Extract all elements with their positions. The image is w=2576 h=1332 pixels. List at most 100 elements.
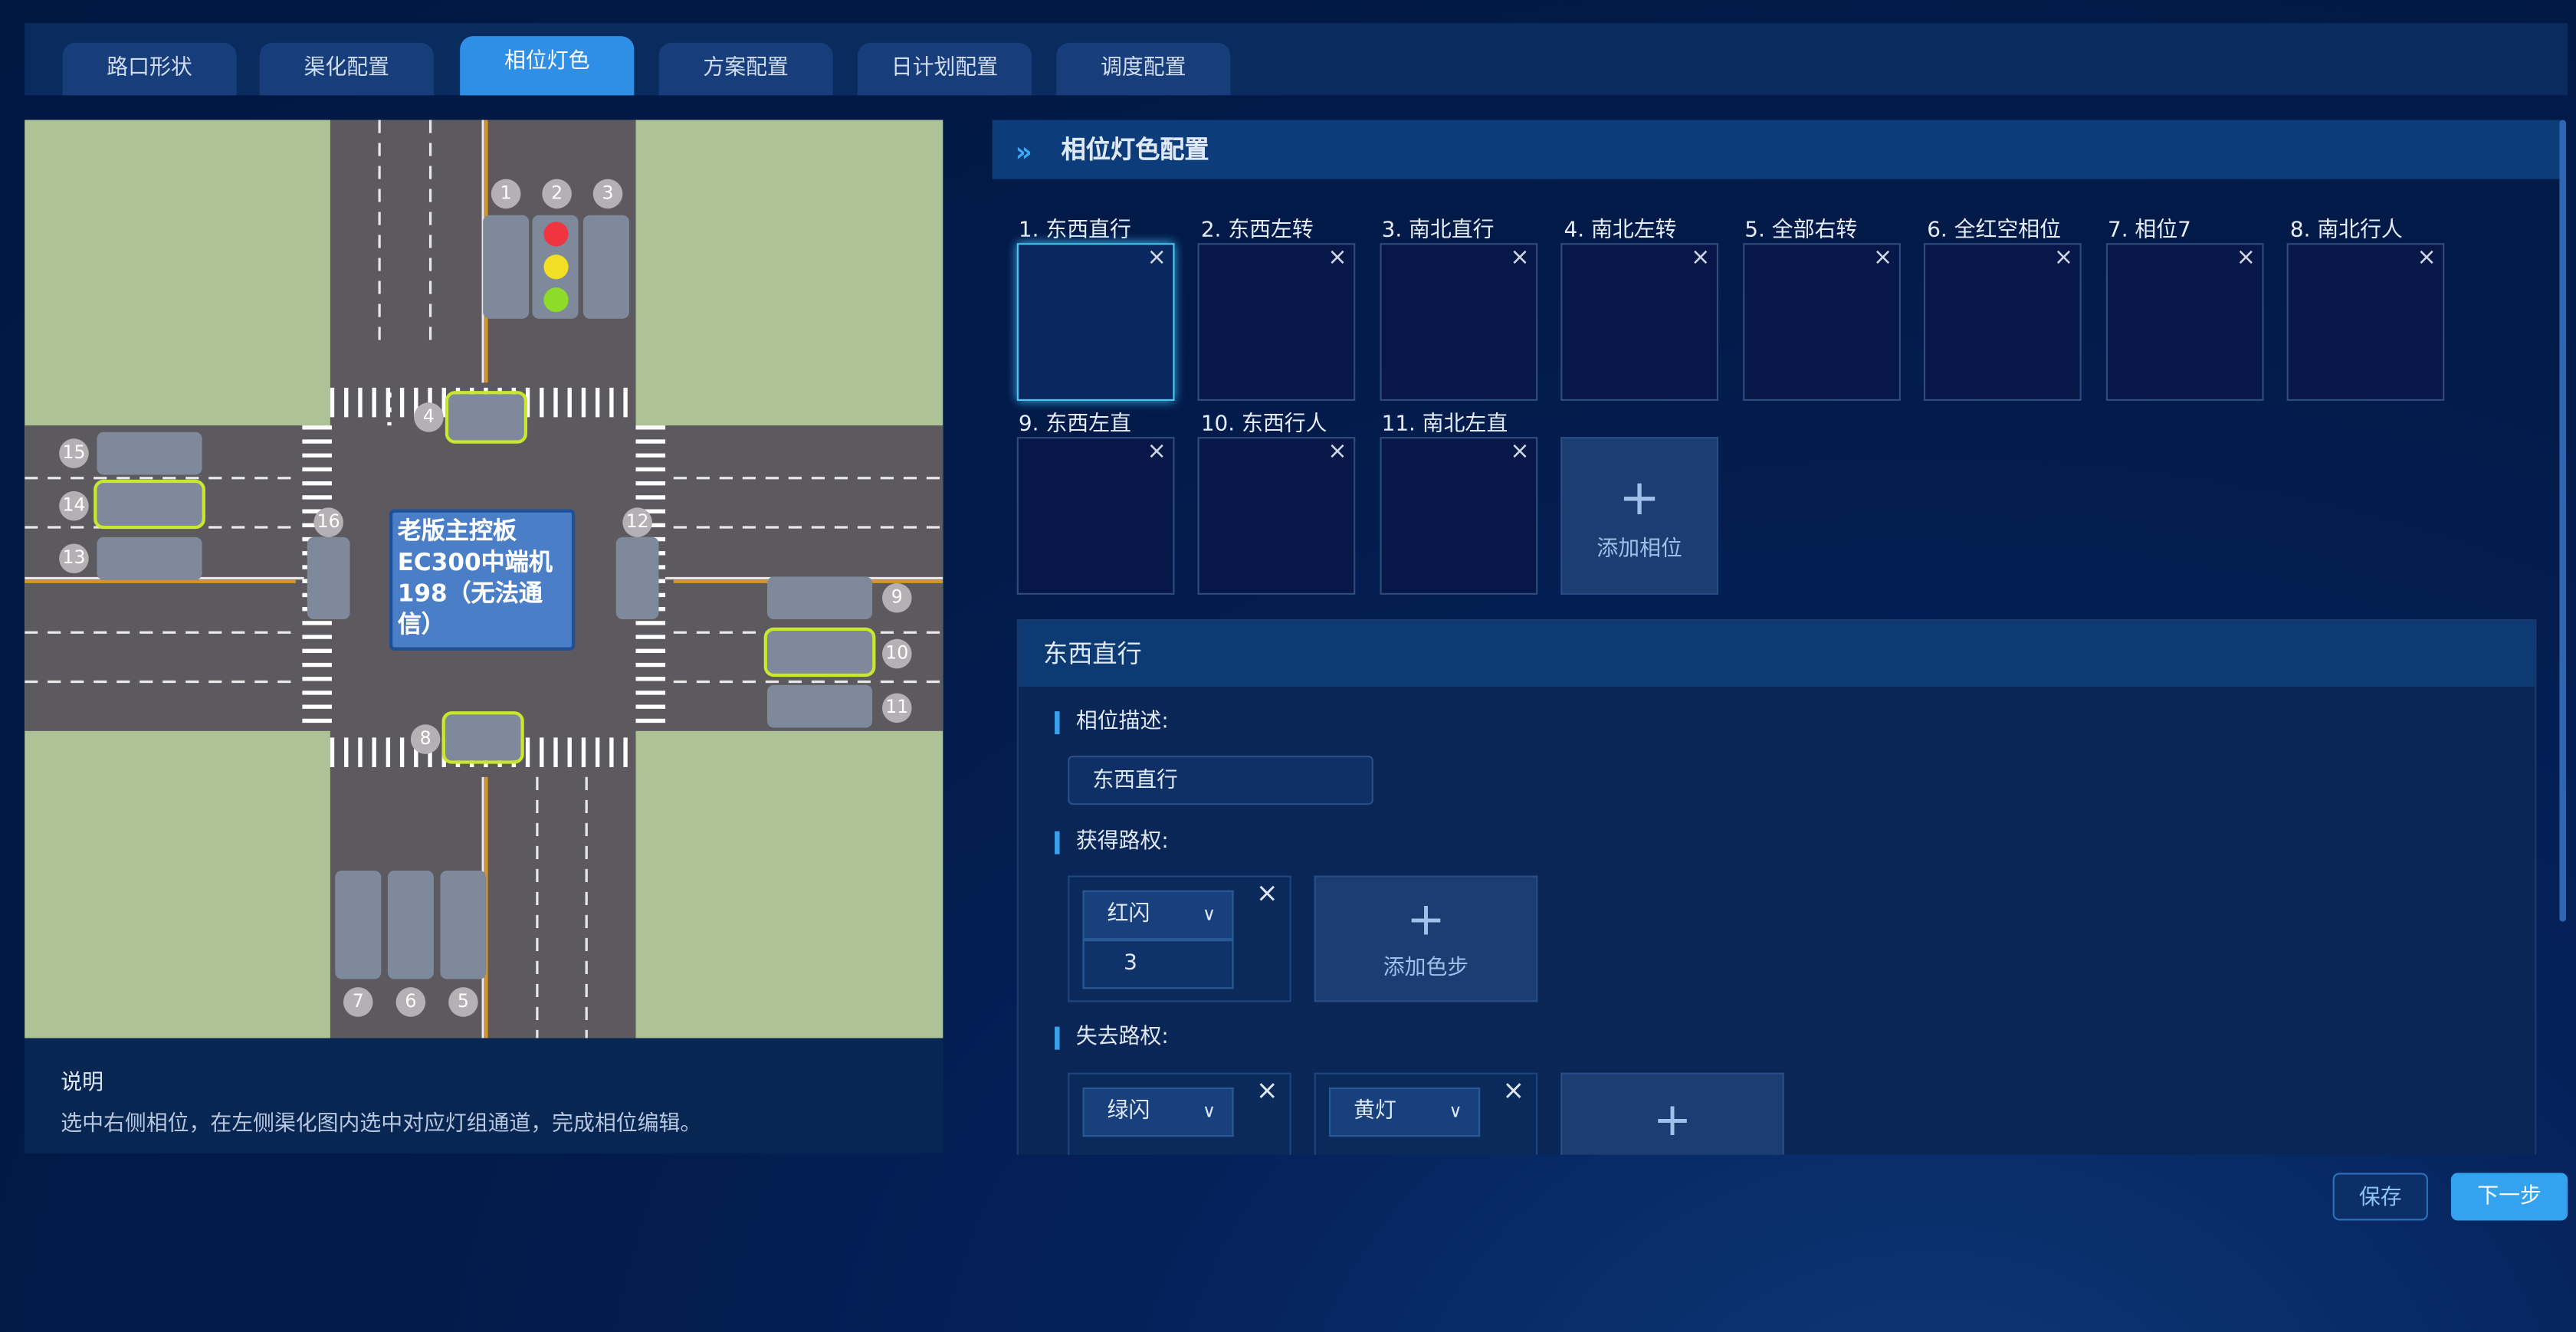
channel-badge: 16 — [313, 507, 343, 537]
add-phase-label: 添加相位 — [1596, 536, 1682, 563]
close-icon[interactable]: × — [1256, 878, 1278, 909]
channel-badge: 1 — [491, 179, 521, 209]
close-icon[interactable]: × — [1327, 438, 1347, 464]
phase-desc-input[interactable]: 东西直行 — [1068, 755, 1373, 805]
desc-label: 相位描述: — [1055, 710, 1169, 735]
green-lamp — [543, 287, 569, 313]
signal-group-13[interactable] — [97, 536, 202, 580]
tab-channelization[interactable]: 渠化配置 — [259, 42, 434, 96]
close-icon[interactable]: × — [1873, 244, 1892, 271]
close-icon[interactable]: × — [1327, 244, 1347, 271]
double-chevron-icon: » — [1015, 136, 1032, 168]
phase-editor: 东西直行 相位描述: 东西直行 获得路权: 红闪 ∨ 3 × + 添加色步 失去路… — [1016, 619, 2537, 1155]
controller-label: 老版主控板 EC300中端机 198（无法通信） — [389, 509, 576, 651]
gain-label: 获得路权: — [1055, 830, 1169, 855]
phase-label: 11. 南北左直 — [1381, 412, 1508, 438]
channel-badge: 13 — [59, 543, 89, 574]
add-step-button[interactable]: + — [1560, 1072, 1784, 1155]
signal-group-6[interactable] — [387, 871, 434, 979]
signal-group-7[interactable] — [335, 871, 382, 979]
phase-card[interactable]: × — [1923, 243, 2082, 401]
phase-label: 8. 南北行人 — [2289, 218, 2403, 244]
tab-schedule[interactable]: 调度配置 — [1056, 42, 1231, 96]
channel-badge: 6 — [395, 987, 426, 1017]
signal-group-5[interactable] — [440, 871, 487, 979]
channel-badge: 2 — [542, 179, 572, 209]
phase-label: 5. 全部右转 — [1744, 218, 1858, 244]
channel-badge: 9 — [882, 582, 912, 613]
phase-label: 7. 相位7 — [2107, 218, 2191, 244]
color-step: 绿闪 ∨ × — [1068, 1072, 1291, 1155]
close-icon[interactable]: × — [1691, 244, 1710, 271]
chevron-down-icon: ∨ — [1202, 1101, 1216, 1122]
close-icon[interactable]: × — [2417, 244, 2437, 271]
phase-card[interactable]: × — [1380, 437, 1538, 595]
color-step: 黄灯 ∨ × — [1314, 1072, 1538, 1155]
color-select[interactable]: 红闪 ∨ — [1082, 890, 1234, 940]
close-icon[interactable]: × — [1510, 244, 1529, 271]
signal-group-15[interactable] — [97, 431, 202, 475]
phase-card[interactable]: × — [1197, 437, 1356, 595]
add-step-button[interactable]: + 添加色步 — [1314, 875, 1538, 1002]
signal-group-11[interactable] — [766, 684, 873, 728]
close-icon[interactable]: × — [1147, 244, 1167, 271]
save-button[interactable]: 保存 — [2332, 1173, 2428, 1221]
add-step-label: 添加色步 — [1383, 956, 1469, 981]
color-step: 红闪 ∨ 3 × — [1068, 875, 1291, 1002]
tab-intersection-shape[interactable]: 路口形状 — [62, 42, 237, 96]
phase-card[interactable]: × — [1197, 243, 1356, 401]
pedestrian-signal-16[interactable] — [307, 536, 350, 620]
pedestrian-signal-12[interactable] — [615, 536, 659, 620]
color-select-value: 黄灯 — [1354, 1098, 1396, 1124]
scrollbar[interactable] — [2559, 120, 2566, 922]
channel-badge: 14 — [59, 490, 89, 521]
phase-card[interactable]: × — [1743, 243, 1901, 401]
phase-label: 4. 南北左转 — [1564, 218, 1677, 244]
phase-card[interactable]: × — [1016, 243, 1175, 401]
tab-plan-config[interactable]: 方案配置 — [658, 42, 833, 96]
phase-card[interactable]: × — [1560, 243, 1718, 401]
plus-icon: + — [1619, 470, 1661, 528]
panel-title-text: 相位灯色配置 — [1061, 134, 1209, 165]
notes-text: 选中右侧相位，在左侧渠化图内选中对应灯组通道，完成相位编辑。 — [61, 1112, 702, 1137]
tab-day-plan[interactable]: 日计划配置 — [857, 42, 1032, 96]
phase-label: 9. 东西左直 — [1018, 412, 1131, 438]
close-icon[interactable]: × — [1256, 1074, 1278, 1106]
phase-card[interactable]: × — [2286, 243, 2445, 401]
signal-group-9[interactable] — [766, 576, 873, 620]
signal-group-14[interactable] — [94, 479, 205, 530]
tab-phase-color[interactable]: 相位灯色 — [460, 36, 635, 96]
channel-badge: 10 — [882, 638, 912, 669]
signal-group-3[interactable] — [582, 215, 629, 319]
phase-card[interactable]: × — [1380, 243, 1538, 401]
pedestrian-signal-8[interactable] — [441, 711, 524, 764]
duration-value: 3 — [1124, 951, 1137, 976]
close-icon[interactable]: × — [1147, 438, 1167, 464]
close-icon[interactable]: × — [1510, 438, 1529, 464]
add-phase-button[interactable]: + 添加相位 — [1560, 437, 1718, 595]
signal-group-10[interactable] — [763, 627, 876, 677]
duration-input[interactable]: 3 — [1082, 940, 1234, 989]
close-icon[interactable]: × — [1502, 1074, 1524, 1106]
pedestrian-signal-4[interactable] — [445, 391, 528, 444]
phase-card[interactable]: × — [2105, 243, 2264, 401]
signal-group-1[interactable] — [483, 215, 530, 319]
phase-label: 2. 东西左转 — [1200, 218, 1314, 244]
color-select[interactable]: 绿闪 ∨ — [1082, 1087, 1234, 1137]
plus-icon: + — [1406, 891, 1446, 947]
color-select[interactable]: 黄灯 ∨ — [1329, 1087, 1481, 1137]
next-step-button[interactable]: 下一步 — [2450, 1173, 2568, 1221]
channel-badge: 15 — [59, 438, 89, 468]
phase-label: 10. 东西行人 — [1200, 412, 1327, 438]
close-icon[interactable]: × — [2236, 244, 2256, 271]
intersection-map: 老版主控板 EC300中端机 198（无法通信） 1 2 3 4 8 15 14… — [25, 120, 943, 1038]
notes-panel: 说明 选中右侧相位，在左侧渠化图内选中对应灯组通道，完成相位编辑。 — [25, 1038, 943, 1153]
phase-label: 3. 南北直行 — [1381, 218, 1495, 244]
channel-badge: 7 — [343, 987, 373, 1017]
phase-label: 6. 全红空相位 — [1927, 218, 2061, 244]
close-icon[interactable]: × — [2054, 244, 2073, 271]
phase-card[interactable]: × — [1016, 437, 1175, 595]
plus-icon: + — [1652, 1092, 1692, 1147]
chevron-down-icon: ∨ — [1202, 903, 1216, 925]
channel-badge: 12 — [622, 507, 652, 537]
